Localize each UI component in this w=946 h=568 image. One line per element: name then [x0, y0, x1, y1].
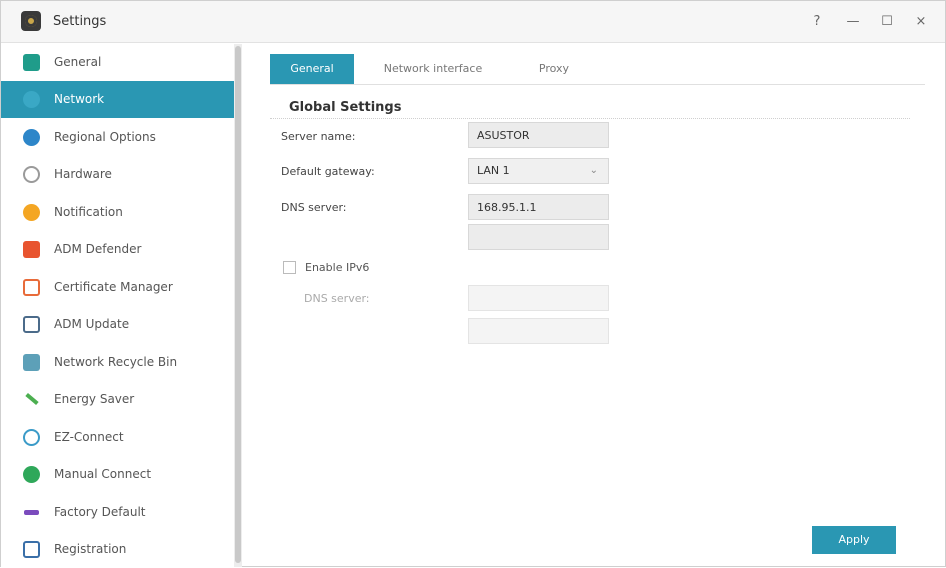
main-panel: General Network interface Proxy Global S…	[242, 44, 945, 567]
update-icon	[23, 316, 40, 333]
sidebar-item-label: Energy Saver	[54, 392, 135, 406]
certificate-icon	[23, 279, 40, 296]
tab-proxy[interactable]: Proxy	[524, 54, 584, 84]
general-icon	[23, 54, 40, 71]
sidebar-item-adm-update[interactable]: ADM Update	[1, 306, 234, 343]
sidebar-item-network-recycle-bin[interactable]: Network Recycle Bin	[1, 344, 234, 381]
sidebar-item-label: Network	[54, 92, 105, 106]
sidebar-item-label: ADM Update	[54, 317, 130, 331]
tab-network-interface[interactable]: Network interface	[374, 54, 492, 84]
section-divider	[270, 118, 910, 119]
recycle-bin-icon	[23, 354, 40, 371]
sidebar-item-manual-connect[interactable]: Manual Connect	[1, 456, 234, 493]
sidebar-item-ez-connect[interactable]: EZ-Connect	[1, 419, 234, 456]
close-button[interactable]: ×	[909, 11, 933, 33]
global-settings-title: Global Settings	[289, 100, 402, 115]
sidebar-item-energy-saver[interactable]: Energy Saver	[1, 381, 234, 418]
defender-icon	[23, 241, 40, 258]
energy-icon	[23, 391, 40, 408]
enable-ipv6-label: Enable IPv6	[305, 261, 370, 274]
sidebar-item-label: Notification	[54, 205, 123, 219]
apply-button[interactable]: Apply	[812, 526, 896, 554]
ipv6-dns-server-label: DNS server:	[304, 292, 370, 305]
undo-icon	[23, 504, 40, 521]
sidebar-item-label: Registration	[54, 542, 127, 556]
tab-divider	[270, 84, 925, 85]
sidebar-item-label: ADM Defender	[54, 242, 142, 256]
sidebar-item-label: Hardware	[54, 167, 112, 181]
sidebar-item-label: Network Recycle Bin	[54, 355, 178, 369]
sidebar-scrollbar-thumb[interactable]	[235, 46, 241, 563]
minimize-button[interactable]: —	[841, 11, 865, 33]
dns-server-label: DNS server:	[281, 201, 347, 214]
settings-app-icon	[21, 11, 41, 31]
sidebar-item-label: Factory Default	[54, 505, 146, 519]
sidebar-item-hardware[interactable]: Hardware	[1, 156, 234, 193]
registration-icon	[23, 541, 40, 558]
default-gateway-value: LAN 1	[477, 164, 510, 177]
sidebar-item-regional-options[interactable]: Regional Options	[1, 119, 234, 156]
default-gateway-label: Default gateway:	[281, 165, 375, 178]
help-button[interactable]: ?	[805, 11, 829, 33]
title-bar: Settings ? — ☐ ×	[1, 1, 945, 43]
sidebar: General Network Regional Options Hardwar…	[1, 44, 234, 567]
sidebar-item-general[interactable]: General	[1, 44, 234, 81]
server-name-label: Server name:	[281, 130, 356, 143]
regional-icon	[23, 129, 40, 146]
sidebar-item-factory-default[interactable]: Factory Default	[1, 494, 234, 531]
globe-icon	[23, 466, 40, 483]
settings-window: Settings ? — ☐ × General Network Regiona…	[0, 0, 946, 567]
dns-server-input-2[interactable]	[468, 224, 609, 250]
server-name-input[interactable]	[468, 122, 609, 148]
notification-icon	[23, 204, 40, 221]
default-gateway-select[interactable]: LAN 1 ⌄	[468, 158, 609, 184]
sidebar-item-network[interactable]: Network	[1, 81, 234, 118]
dns-server-input-1[interactable]	[468, 194, 609, 220]
network-icon	[23, 91, 40, 108]
sidebar-item-label: Manual Connect	[54, 467, 152, 481]
maximize-button[interactable]: ☐	[875, 11, 899, 33]
tab-general[interactable]: General	[270, 54, 354, 84]
ipv6-dns-input-1[interactable]	[468, 285, 609, 311]
sidebar-item-label: Regional Options	[54, 130, 156, 144]
sidebar-item-notification[interactable]: Notification	[1, 194, 234, 231]
window-title: Settings	[53, 14, 107, 29]
ipv6-dns-input-2[interactable]	[468, 318, 609, 344]
sidebar-item-label: Certificate Manager	[54, 280, 173, 294]
cloud-icon	[23, 429, 40, 446]
enable-ipv6-checkbox[interactable]	[283, 261, 296, 274]
sidebar-item-registration[interactable]: Registration	[1, 531, 234, 568]
chevron-down-icon: ⌄	[589, 165, 598, 176]
sidebar-item-adm-defender[interactable]: ADM Defender	[1, 231, 234, 268]
hardware-icon	[23, 166, 40, 183]
sidebar-item-certificate-manager[interactable]: Certificate Manager	[1, 269, 234, 306]
sidebar-item-label: EZ-Connect	[54, 430, 124, 444]
sidebar-item-label: General	[54, 55, 102, 69]
